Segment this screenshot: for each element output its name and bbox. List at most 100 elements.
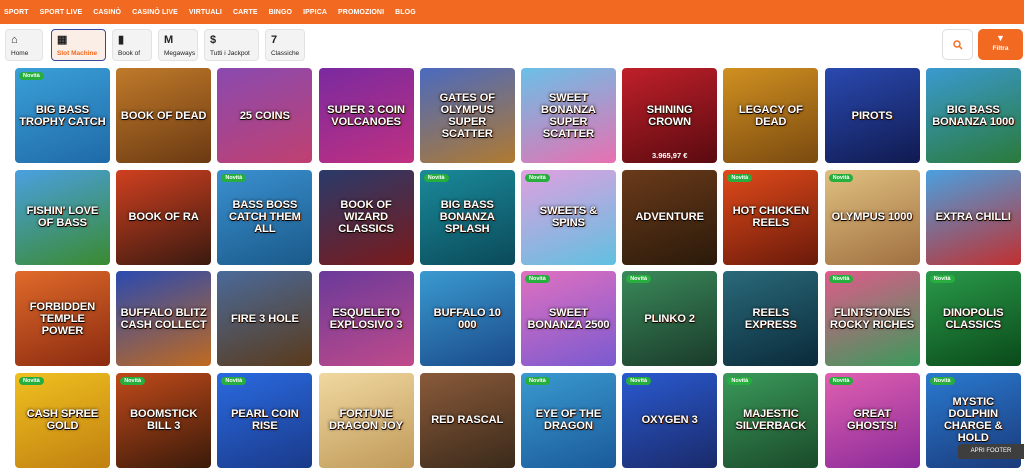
- game-tile[interactable]: Buffalo Blitz Cash Collect: [116, 271, 212, 366]
- game-tile[interactable]: Oxygen 3 Novità: [622, 372, 718, 468]
- game-tile[interactable]: Eye of the Dragon Novità: [521, 372, 616, 468]
- game-tile[interactable]: Boomstick Bill 3 Novità: [116, 372, 212, 468]
- new-badge: Novità: [120, 376, 145, 385]
- game-title: Gates of Olympus Super Scatter: [439, 91, 495, 140]
- category-tab-megaways[interactable]: M Megaways: [158, 29, 198, 61]
- game-tile[interactable]: Super 3 Coin Volcanoes: [318, 68, 414, 163]
- category-tab-slot-machine[interactable]: ▦ Slot Machine: [51, 29, 106, 61]
- game-title: Extra Chilli: [935, 211, 1011, 223]
- game-title: Mystic Dolphin Charge & Hold: [943, 396, 1003, 444]
- game-title: Adventure: [635, 211, 704, 223]
- game-title: Flintstones Rocky Riches: [830, 306, 915, 331]
- category-label: Tutti i Jackpot: [210, 50, 250, 57]
- game-title: Pirots: [851, 109, 893, 122]
- game-tile[interactable]: Book of Wizard Classics: [318, 169, 414, 265]
- nav-link-blog[interactable]: BLOG: [395, 9, 416, 16]
- game-title: Sweets & Spins: [539, 205, 598, 229]
- game-tile[interactable]: Extra Chilli: [925, 169, 1021, 265]
- new-badge: Novità: [929, 376, 955, 385]
- game-tile[interactable]: Forbidden Temple Power: [15, 271, 110, 366]
- game-title: Olympus 1000: [831, 211, 913, 223]
- game-tile[interactable]: Sweet Bonanza Super Scatter: [521, 68, 616, 163]
- game-title: Dinopolis Classics: [943, 306, 1004, 331]
- game-title: Big Bass Bonanza 1000: [932, 103, 1015, 128]
- new-badge: Novità: [626, 376, 651, 385]
- jackpot-amount: 3.965,97 €: [651, 151, 688, 160]
- game-tile[interactable]: Book of Ra: [116, 169, 212, 265]
- game-title: Shining Crown: [646, 103, 693, 128]
- new-badge: Novità: [525, 275, 550, 283]
- game-title: Big Bass Bonanza Splash: [439, 199, 495, 235]
- game-title: Red Rascal: [431, 414, 504, 426]
- new-badge: Novità: [727, 173, 753, 182]
- category-label: Slot Machine: [57, 50, 98, 57]
- game-tile[interactable]: Flintstones Rocky Riches Novità: [824, 271, 920, 366]
- game-title: Buffalo 10 000: [433, 306, 501, 331]
- game-tile[interactable]: Legacy of Dead: [723, 68, 819, 163]
- new-badge: Novità: [525, 173, 550, 182]
- nav-link-promozioni[interactable]: PROMOZIONI: [338, 9, 384, 16]
- game-tile[interactable]: Plinko 2 Novità: [622, 271, 718, 366]
- game-tile[interactable]: Bass Boss Catch Them All Novità: [217, 169, 313, 265]
- new-badge: Novità: [221, 376, 247, 385]
- game-tile[interactable]: Book of Dead: [116, 68, 212, 163]
- game-title: Eye of the Dragon: [535, 408, 602, 432]
- game-tile[interactable]: Shining Crown 3.965,97 €: [622, 68, 718, 163]
- category-label: Home: [11, 50, 29, 57]
- game-tile[interactable]: Great Ghosts! Novità: [824, 372, 920, 468]
- game-tile[interactable]: Gates of Olympus Super Scatter: [419, 68, 515, 163]
- open-footer-button[interactable]: APRI FOOTER: [958, 444, 1024, 459]
- game-tile[interactable]: Sweets & Spins Novità: [521, 169, 616, 265]
- game-title: Sweet Bonanza Super Scatter: [541, 91, 596, 140]
- game-tile[interactable]: Fire 3 Hole: [217, 271, 313, 366]
- game-tile[interactable]: Dinopolis Classics Novità: [925, 271, 1021, 366]
- game-title: Book of Wizard Classics: [338, 199, 394, 235]
- game-title: Bass Boss Catch Them All: [228, 199, 301, 235]
- game-tile[interactable]: Buffalo 10 000: [419, 271, 515, 366]
- game-tile[interactable]: Hot Chicken Reels Novità: [723, 169, 819, 265]
- nav-link-bingo[interactable]: BINGO: [269, 9, 292, 16]
- game-tile[interactable]: Big Bass Bonanza Splash Novità: [419, 169, 515, 265]
- game-title: Esqueleto Explosivo 3: [329, 306, 403, 331]
- nav-link-casin-live[interactable]: CASINÒ LIVE: [132, 9, 178, 16]
- jackpot-bag-icon: $: [210, 34, 217, 46]
- nav-link-casin-[interactable]: CASINÒ: [93, 9, 121, 16]
- game-tile[interactable]: Pearl Coin Rise Novità: [217, 372, 313, 468]
- category-tab-classiche[interactable]: 7 Classiche: [265, 29, 305, 61]
- new-badge: Novità: [828, 275, 854, 283]
- nav-link-carte[interactable]: CARTE: [233, 9, 258, 16]
- game-tile[interactable]: Pirots: [824, 68, 920, 163]
- nav-link-sport[interactable]: SPORT: [4, 9, 29, 16]
- game-tile[interactable]: Adventure: [622, 169, 718, 265]
- game-tile[interactable]: Olympus 1000 Novità: [824, 169, 920, 265]
- game-title: Super 3 Coin Volcanoes: [327, 103, 405, 128]
- category-tab-book-of[interactable]: ▮ Book of: [112, 29, 152, 61]
- game-tile[interactable]: Majestic Silverback Novità: [723, 372, 819, 468]
- new-badge: Novità: [727, 376, 753, 385]
- category-bar: ⌂ Home ▦ Slot Machine ▮ Book of M Megaways $ Tutt…: [0, 24, 1024, 68]
- game-tile[interactable]: Cash Spree Gold Novità: [15, 372, 110, 468]
- category-tab-tutti-i-jackpot[interactable]: $ Tutti i Jackpot: [204, 29, 259, 61]
- game-title: Forbidden Temple Power: [29, 300, 96, 337]
- game-tile[interactable]: Big Bass Trophy Catch Novità: [15, 68, 110, 163]
- new-badge: Novità: [626, 275, 651, 283]
- game-tile[interactable]: 25 Coins: [217, 68, 313, 163]
- game-title: Legacy of Dead: [738, 103, 803, 128]
- game-tile[interactable]: Fortune Dragon Joy: [318, 372, 414, 468]
- game-tile[interactable]: Red Rascal: [419, 372, 515, 468]
- game-tile[interactable]: Big Bass Bonanza 1000: [925, 68, 1021, 163]
- category-tab-home[interactable]: ⌂ Home: [5, 29, 43, 61]
- filter-button[interactable]: ▼ Filtra: [978, 29, 1023, 60]
- nav-link-ippica[interactable]: IPPICA: [303, 9, 327, 16]
- game-tile[interactable]: Fishin' Love of Bass: [15, 169, 110, 265]
- top-navigation-bar: SPORT SPORT LIVE CASINÒ CASINÒ LIVE VIRTUALI…: [0, 0, 1024, 24]
- game-title: Buffalo Blitz Cash Collect: [120, 306, 207, 331]
- game-title: Big Bass Trophy Catch: [19, 103, 106, 128]
- game-tile[interactable]: Sweet Bonanza 2500 Novità: [521, 271, 616, 366]
- nav-link-virtuali[interactable]: VIRTUALI: [189, 9, 222, 16]
- game-tile[interactable]: Esqueleto Explosivo 3: [318, 271, 414, 366]
- game-title: Cash Spree Gold: [26, 408, 99, 432]
- game-tile[interactable]: Reels Express: [723, 271, 819, 366]
- nav-link-sport-live[interactable]: SPORT LIVE: [40, 9, 83, 16]
- search-button[interactable]: [942, 29, 973, 60]
